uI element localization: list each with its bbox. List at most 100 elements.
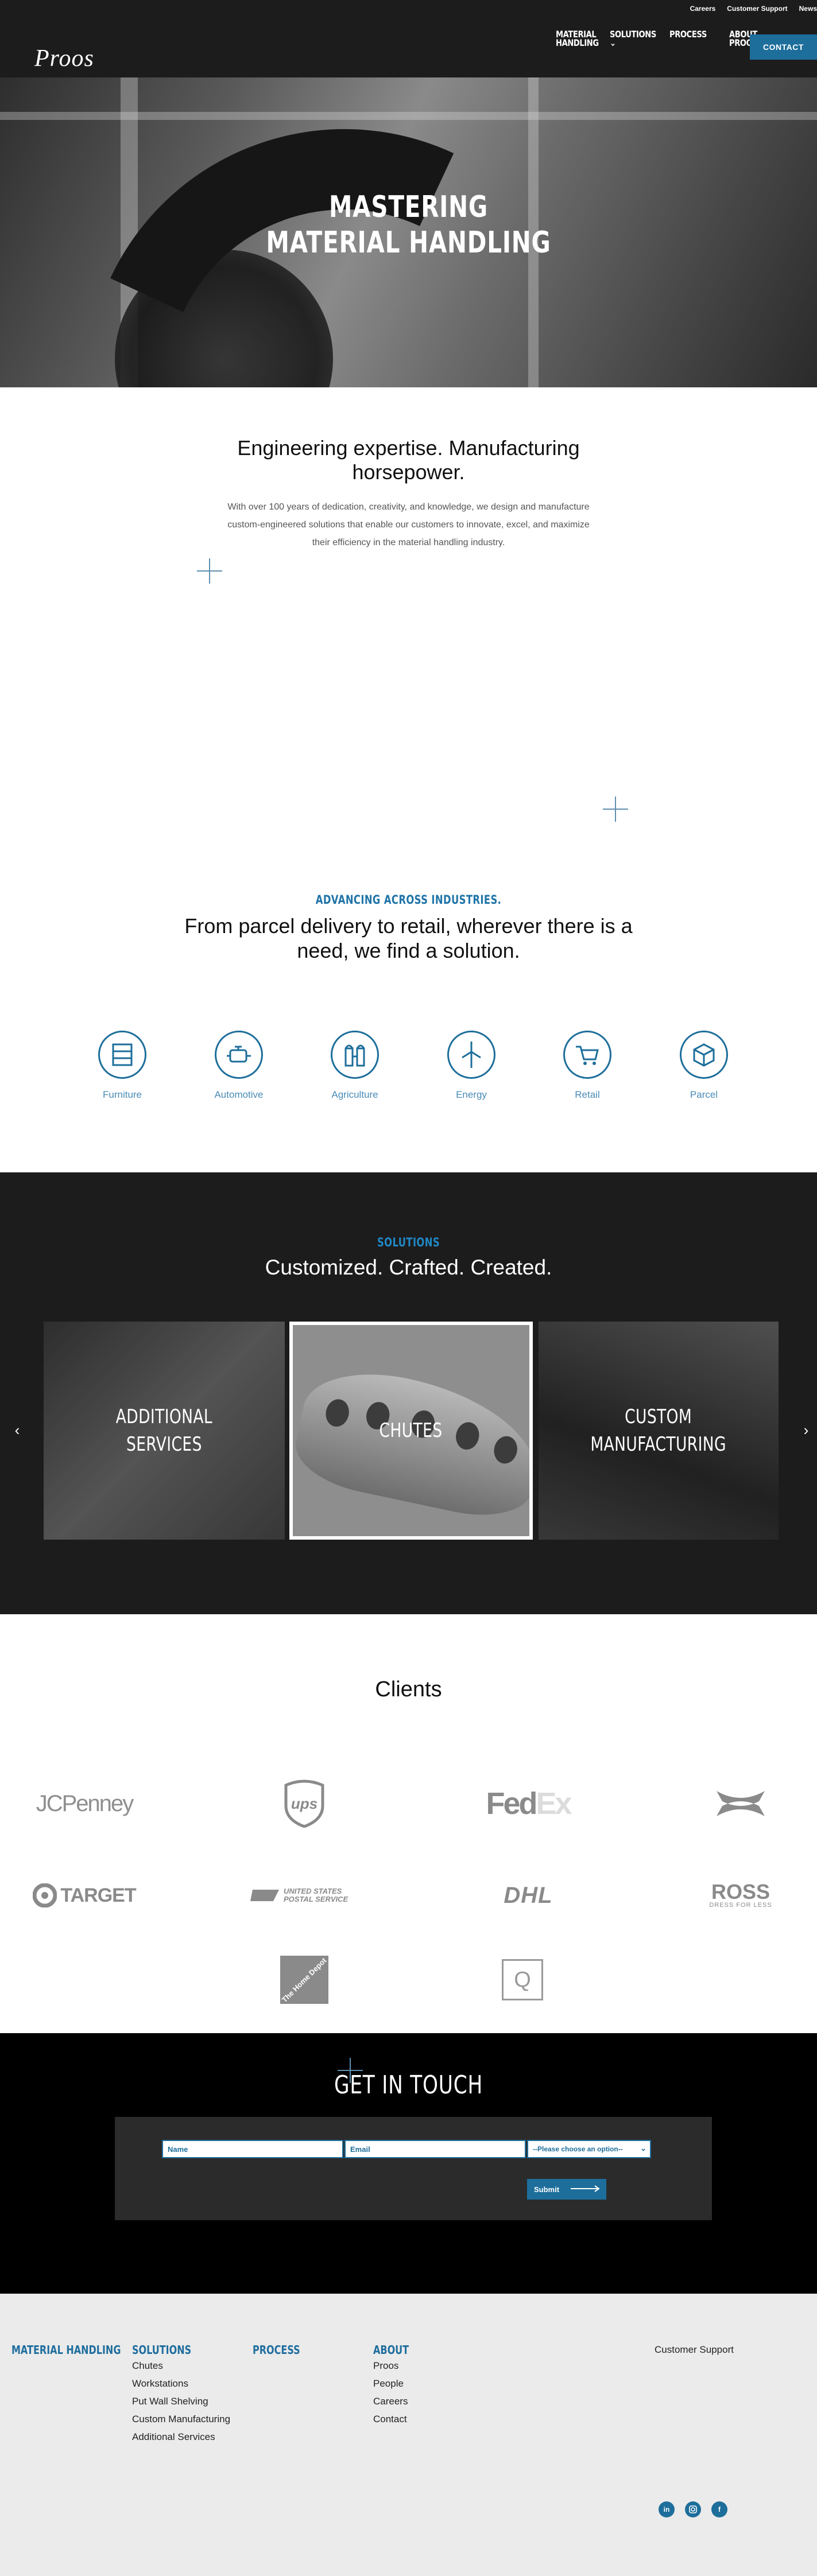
nav-solutions-label: SOLUTIONS (610, 29, 656, 40)
footer-col-material-handling: MATERIAL HANDLING (11, 2343, 148, 2357)
email-field[interactable]: Email (344, 2140, 526, 2158)
chute-hole (323, 1397, 352, 1429)
intro-section: Engineering expertise. Manufacturing hor… (0, 436, 817, 551)
contact-section: GET IN TOUCH Name Email --Please choose … (0, 2033, 817, 2294)
nav-material-handling[interactable]: MATERIAL HANDLING (556, 30, 599, 48)
client-logo-fedex: FedEx (459, 1781, 597, 1827)
footer-link-custom-manufacturing[interactable]: Custom Manufacturing (132, 2410, 230, 2428)
chevron-down-icon: ⌄ (610, 37, 616, 48)
client-logo-ups: ups (235, 1780, 373, 1828)
slide-caption-line1: ADDITIONAL (115, 1405, 213, 1428)
fedex-wordmark: FedEx (486, 1786, 572, 1821)
contact-button[interactable]: CONTACT (750, 34, 817, 60)
client-logo-target: TARGET (16, 1872, 153, 1918)
footer-link-people[interactable]: People (373, 2375, 418, 2392)
client-logo-q: Q (454, 1948, 591, 2011)
carousel-prev-icon[interactable]: ‹ (10, 1423, 24, 1437)
plus-decoration-icon (197, 558, 222, 584)
industry-retail[interactable]: Retail (553, 1031, 622, 1101)
industry-energy[interactable]: Energy (437, 1031, 506, 1101)
footer-col-about: ABOUT Proos People Careers Contact (373, 2343, 418, 2428)
slide-caption-line1: CHUTES (379, 1419, 443, 1442)
slide-caption-line2: MANUFACTURING (590, 1433, 727, 1456)
arrow-right-icon (571, 2185, 600, 2192)
slide-caption-line2: SERVICES (126, 1433, 202, 1456)
intro-body: With over 100 years of dedication, creat… (227, 502, 590, 547)
carousel-next-icon[interactable]: › (799, 1423, 813, 1437)
nav-process[interactable]: PROCESS (669, 30, 707, 39)
intro-heading: Engineering expertise. Manufacturing hor… (237, 436, 580, 484)
client-logo-jcpenney: JCPenney (16, 1781, 153, 1827)
slide-chutes[interactable]: CHUTES (289, 1322, 533, 1540)
slide-caption: ADDITIONAL SERVICES (116, 1403, 212, 1458)
industries-heading: From parcel delivery to retail, wherever… (184, 914, 633, 962)
footer-heading-process[interactable]: PROCESS (253, 2343, 300, 2357)
slide-custom-manufacturing[interactable]: CUSTOM MANUFACTURING (539, 1322, 779, 1540)
clients-section: Clients JCPenney ups FedEx TARGET UNITED… (0, 1614, 817, 2033)
hero-title: MASTERING MATERIAL HANDLING (90, 189, 727, 261)
target-wordmark: TARGET (60, 1884, 136, 1906)
industry-agriculture[interactable]: Agriculture (320, 1031, 389, 1101)
ross-wordmark: ROSS (711, 1880, 770, 1903)
util-link-news[interactable]: News (799, 5, 817, 13)
footer-col-process: PROCESS (253, 2343, 312, 2357)
footer-col-solutions: SOLUTIONS Chutes Workstations Put Wall S… (132, 2343, 230, 2446)
clients-heading: Clients (375, 1677, 442, 1701)
contact-form: Name Email --Please choose an option-- ⌄… (115, 2117, 712, 2220)
hero-banner: MASTERING MATERIAL HANDLING (0, 77, 817, 387)
footer-link-proos[interactable]: Proos (373, 2357, 418, 2375)
client-logo-usps: UNITED STATES POSTAL SERVICE (235, 1872, 373, 1918)
footer-heading-material-handling[interactable]: MATERIAL HANDLING (11, 2343, 121, 2357)
engine-icon (215, 1031, 263, 1079)
ups-wordmark: ups (291, 1794, 318, 1812)
instagram-icon[interactable] (685, 2501, 701, 2517)
plus-decoration-icon (603, 796, 628, 822)
util-link-customer-support[interactable]: Customer Support (727, 5, 787, 13)
industry-parcel[interactable]: Parcel (669, 1031, 738, 1101)
slide-additional-services[interactable]: ADDITIONAL SERVICES (44, 1322, 285, 1540)
chute-hole (453, 1420, 482, 1452)
slide-caption: CUSTOM MANUFACTURING (591, 1403, 727, 1458)
footer-link-contact[interactable]: Contact (373, 2410, 418, 2428)
chute-hole (491, 1433, 520, 1466)
linkedin-icon[interactable]: in (659, 2501, 675, 2517)
name-field[interactable]: Name (162, 2140, 343, 2158)
industry-label: Agriculture (331, 1089, 378, 1100)
industry-label: Energy (456, 1089, 487, 1100)
industry-automotive[interactable]: Automotive (204, 1031, 273, 1101)
footer-link-chutes[interactable]: Chutes (132, 2357, 230, 2375)
option-select-value: --Please choose an option-- (533, 2145, 623, 2153)
footer-link-careers[interactable]: Careers (373, 2392, 418, 2410)
util-link-careers[interactable]: Careers (690, 5, 716, 13)
jcpenney-wordmark: JCPenney (36, 1790, 134, 1816)
industry-furniture[interactable]: Furniture (88, 1031, 157, 1101)
under-armour-icon (717, 1791, 765, 1816)
submit-label: Submit (534, 2185, 560, 2194)
wind-turbine-icon (447, 1031, 495, 1079)
cart-icon (563, 1031, 611, 1079)
home-depot-wordmark: The Home Depot (280, 1956, 328, 2004)
usps-wordmark: UNITED STATES POSTAL SERVICE (284, 1887, 349, 1903)
footer-link-workstations[interactable]: Workstations (132, 2375, 230, 2392)
nav-solutions[interactable]: SOLUTIONS ⌄ (610, 30, 656, 48)
proos-logo[interactable]: Proos (34, 45, 94, 72)
footer-heading-about[interactable]: ABOUT (373, 2343, 409, 2357)
industry-label: Furniture (102, 1089, 142, 1100)
footer-link-additional-services[interactable]: Additional Services (132, 2428, 230, 2446)
footer-heading-solutions[interactable]: SOLUTIONS (132, 2343, 211, 2357)
silo-icon (331, 1031, 379, 1079)
slide-caption: CHUTES (380, 1417, 443, 1444)
footer-link-put-wall-shelving[interactable]: Put Wall Shelving (132, 2392, 230, 2410)
submit-button[interactable]: Submit (527, 2179, 606, 2200)
contact-heading: GET IN TOUCH (334, 2070, 483, 2100)
client-logo-ross: ROSS DRESS FOR LESS (672, 1872, 810, 1918)
footer-customer-support[interactable]: Customer Support (655, 2344, 734, 2356)
facebook-icon[interactable]: f (711, 2501, 727, 2517)
site-footer: MATERIAL HANDLING SOLUTIONS Chutes Works… (0, 2294, 817, 2576)
solutions-carousel: ADDITIONAL SERVICES CHUTES CUSTOM MANUFA… (44, 1322, 779, 1540)
option-select[interactable]: --Please choose an option-- ⌄ (527, 2140, 651, 2158)
site-header: Careers Customer Support News Proos MATE… (0, 0, 817, 77)
client-logo-home-depot: The Home Depot (235, 1948, 373, 2011)
industry-label: Retail (575, 1089, 600, 1100)
client-logo-under-armour (672, 1781, 810, 1827)
